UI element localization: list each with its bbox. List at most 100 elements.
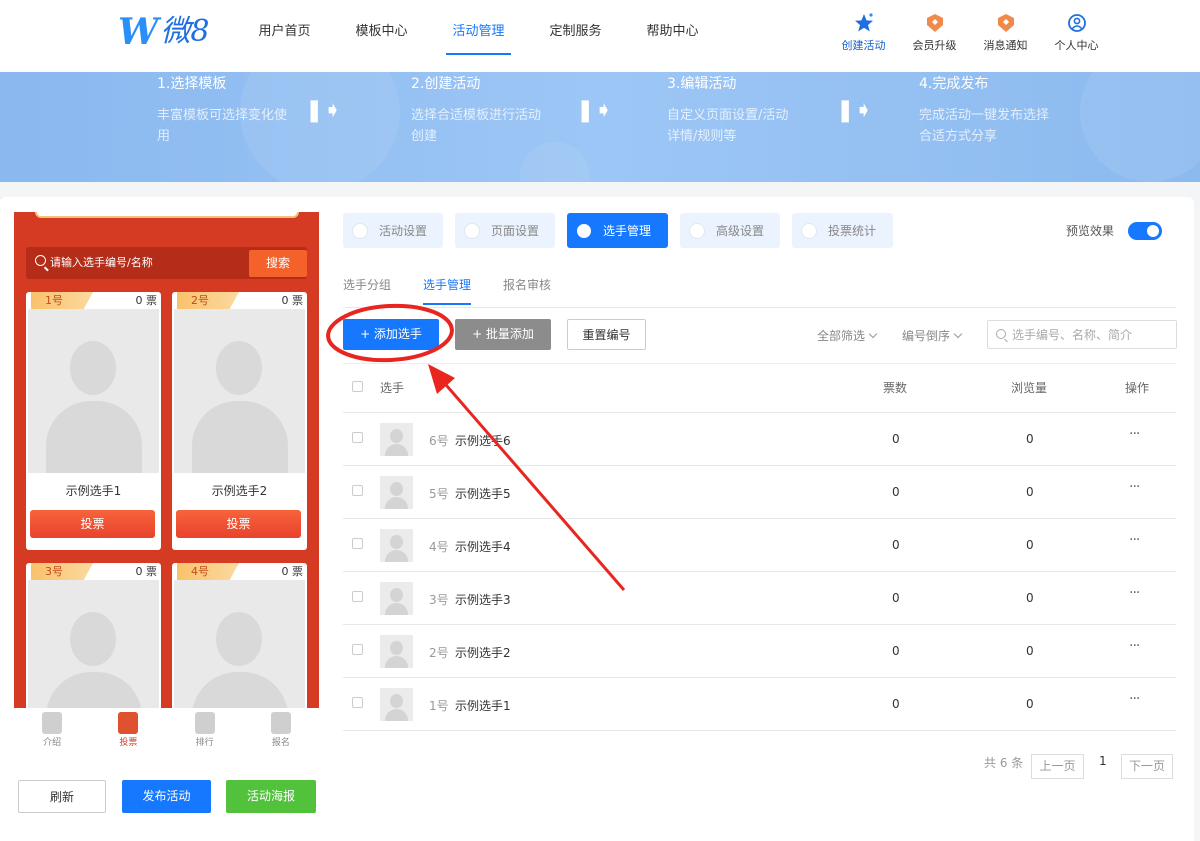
avatar — [380, 476, 413, 509]
person-icon — [576, 222, 592, 239]
next-page-button[interactable]: 下一页 — [1121, 754, 1173, 779]
contestant-card[interactable]: 2号 0 票 示例选手2 投票 — [172, 292, 307, 550]
phone-search-button[interactable]: 搜索 — [249, 250, 307, 277]
nav-template-center[interactable]: 模板中心 — [333, 0, 430, 72]
vote-count: 0 — [892, 432, 900, 446]
contestant-name: 示例选手5 — [455, 487, 511, 501]
tab-label: 活动设置 — [379, 224, 428, 238]
tab-contestant-management[interactable]: 选手管理 — [567, 213, 668, 248]
row-checkbox[interactable] — [352, 644, 363, 655]
contestant-name: 示例选手2 — [211, 484, 268, 498]
member-upgrade-label: 会员升级 — [912, 39, 957, 52]
chevron-down-icon — [953, 329, 963, 339]
tab-activity-settings[interactable]: 活动设置 — [343, 213, 443, 248]
logo-mark: W — [118, 11, 159, 53]
tab-page-settings[interactable]: 页面设置 — [455, 213, 555, 248]
current-page[interactable]: 1 — [1099, 754, 1107, 768]
avatar — [380, 688, 413, 721]
contestant-name: 示例选手1 — [65, 484, 122, 498]
tab-vote-statistics[interactable]: 投票统计 — [792, 213, 893, 248]
contestant-number: 1号 — [429, 699, 449, 713]
row-checkbox[interactable] — [352, 432, 363, 443]
batch-add-button[interactable]: + 批量添加 — [455, 319, 551, 350]
step-publish: 4.完成发布 完成活动一键发布选择合适方式分享 — [919, 72, 1049, 147]
top-header: W 微8 用户首页 模板中心 活动管理 定制服务 帮助中心 创建活动 会员升级 … — [0, 0, 1200, 72]
vote-count: 0 — [892, 538, 900, 552]
vote-button[interactable]: 投票 — [176, 510, 301, 538]
contestant-number: 2号 — [429, 646, 449, 660]
step-desc: 完成活动一键发布选择合适方式分享 — [919, 108, 1050, 144]
preview-toggle[interactable] — [1128, 222, 1162, 240]
contestant-name: 示例选手2 — [455, 646, 511, 660]
vote-button[interactable]: 投票 — [30, 510, 155, 538]
order-dropdown[interactable]: 编号倒序 — [902, 327, 963, 344]
notification-badge-icon — [997, 14, 1014, 32]
row-checkbox[interactable] — [352, 591, 363, 602]
crown-icon — [194, 712, 215, 734]
phone-nav-label: 投票 — [119, 738, 138, 748]
more-actions-icon[interactable]: ··· — [1129, 479, 1140, 495]
more-actions-icon[interactable]: ··· — [1129, 532, 1140, 548]
step-edit-activity: 3.编辑活动 自定义页面设置/活动详情/规则等 — [667, 72, 797, 147]
step-title: 4.完成发布 — [919, 76, 989, 92]
row-checkbox[interactable] — [352, 697, 363, 708]
tab-advanced-settings[interactable]: 高级设置 — [680, 213, 780, 248]
phone-search-bar: 请输入选手编号/名称 搜索 — [26, 247, 307, 279]
row-checkbox[interactable] — [352, 485, 363, 496]
phone-search-input[interactable]: 请输入选手编号/名称 — [50, 247, 153, 279]
table-row: 3号 示例选手3 0 0 ··· — [343, 572, 1176, 625]
publish-activity-button[interactable]: 发布活动 — [122, 780, 211, 813]
chevron-down-icon — [868, 329, 878, 339]
view-count: 0 — [1026, 485, 1034, 499]
select-all-checkbox[interactable] — [352, 381, 363, 392]
reset-number-button[interactable]: 重置编号 — [567, 319, 646, 350]
notifications-link[interactable]: 消息通知 — [970, 12, 1041, 53]
subtab-contestant-management[interactable]: 选手管理 — [423, 276, 472, 305]
contestant-card[interactable]: 1号 0 票 示例选手1 投票 — [26, 292, 161, 550]
table-row: 2号 示例选手2 0 0 ··· — [343, 625, 1176, 678]
phone-nav-ranking[interactable]: 排行 — [167, 708, 243, 756]
table-row: 5号 示例选手5 0 0 ··· — [343, 466, 1176, 519]
prev-page-button[interactable]: 上一页 — [1031, 754, 1084, 779]
banner-decoration — [520, 142, 590, 182]
nav-user-home[interactable]: 用户首页 — [236, 0, 333, 72]
add-contestant-button[interactable]: + 添加选手 — [343, 319, 439, 350]
view-count: 0 — [1026, 432, 1034, 446]
subtab-signup-review[interactable]: 报名审核 — [503, 276, 551, 305]
vote-count: 0 — [892, 644, 900, 658]
all-filter-dropdown[interactable]: 全部筛选 — [817, 327, 878, 344]
site-logo[interactable]: W 微8 — [118, 14, 210, 50]
home-icon — [118, 712, 139, 734]
contestant-photo-placeholder — [28, 309, 159, 473]
member-badge-icon — [926, 14, 943, 32]
more-actions-icon[interactable]: ··· — [1129, 426, 1140, 442]
nav-custom-service[interactable]: 定制服务 — [527, 0, 624, 72]
table-header: 选手 票数 浏览量 操作 — [343, 363, 1176, 413]
contestant-name: 示例选手3 — [455, 593, 511, 607]
phone-nav-signup[interactable]: 报名 — [243, 708, 319, 756]
tab-label: 页面设置 — [491, 224, 540, 238]
settings-tabs: 活动设置 页面设置 选手管理 高级设置 投票统计 — [343, 213, 905, 248]
contestant-search-input[interactable] — [1012, 321, 1172, 348]
search-icon — [996, 329, 1006, 339]
subtab-contestant-groups[interactable]: 选手分组 — [343, 276, 391, 305]
row-checkbox[interactable] — [352, 538, 363, 549]
personal-center-link[interactable]: 个人中心 — [1041, 12, 1112, 53]
create-activity-label: 创建活动 — [841, 39, 886, 52]
step-title: 2.创建活动 — [411, 76, 481, 92]
phone-nav-vote[interactable]: 投票 — [90, 708, 166, 756]
phone-nav-intro[interactable]: 介绍 — [14, 708, 90, 756]
activity-poster-button[interactable]: 活动海报 — [226, 780, 316, 813]
refresh-button[interactable]: 刷新 — [18, 780, 106, 813]
nav-activity-management[interactable]: 活动管理 — [430, 0, 527, 72]
create-activity-link[interactable]: 创建活动 — [828, 12, 899, 53]
nav-help-center[interactable]: 帮助中心 — [624, 0, 721, 72]
more-actions-icon[interactable]: ··· — [1129, 691, 1140, 707]
more-actions-icon[interactable]: ··· — [1129, 638, 1140, 654]
order-label: 编号倒序 — [902, 329, 951, 343]
more-actions-icon[interactable]: ··· — [1129, 585, 1140, 601]
tab-label: 选手管理 — [603, 224, 652, 238]
filter-label: 全部筛选 — [817, 329, 866, 343]
member-upgrade-link[interactable]: 会员升级 — [899, 12, 970, 53]
header-actions: 创建活动 会员升级 消息通知 个人中心 — [828, 12, 1112, 53]
